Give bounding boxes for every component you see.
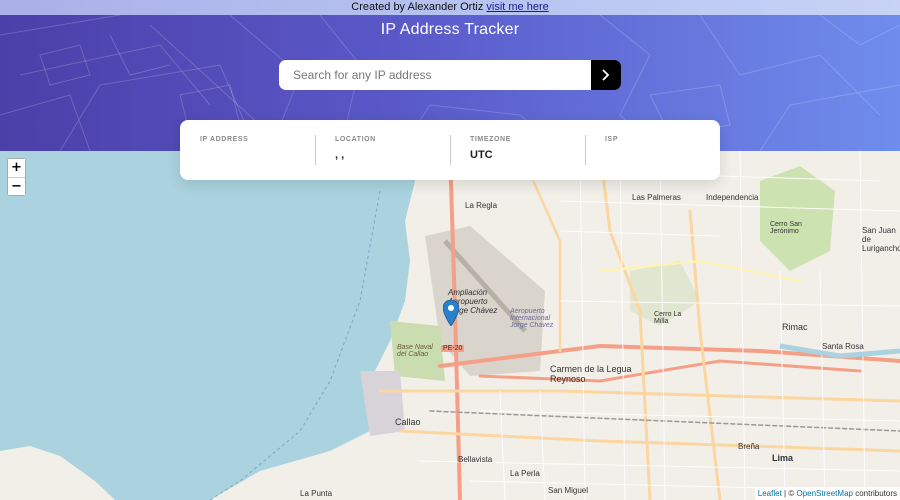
search-submit-button[interactable] — [591, 60, 621, 90]
map-label-cerro-san-jeronimo: Cerro San Jerónimo — [770, 221, 802, 235]
ip-address-label: IP ADDRESS — [200, 136, 249, 143]
chevron-right-icon — [602, 69, 610, 81]
map-label-santa-rosa: Santa Rosa — [822, 342, 864, 351]
map-attribution: Leaflet | © OpenStreetMap contributors — [754, 487, 900, 500]
osm-link[interactable]: OpenStreetMap — [796, 489, 852, 498]
map-label-lima: Lima — [772, 453, 794, 463]
map-label-carmen: Carmen de la Legua Reynoso — [550, 364, 632, 384]
timezone-label: TIMEZONE — [470, 136, 511, 143]
ip-info-card: IP ADDRESS LOCATION , , TIMEZONE UTC ISP — [180, 120, 720, 180]
zoom-control: + − — [7, 158, 26, 196]
map-label-callao: Callao — [395, 417, 421, 427]
location-cell: LOCATION , , — [315, 120, 450, 180]
isp-cell: ISP — [585, 120, 720, 180]
zoom-in-button[interactable]: + — [8, 159, 25, 177]
map-label-san-juan: San Juan de Lurigancho — [862, 226, 900, 253]
search-bar — [279, 60, 621, 90]
map-label-bellavista: Bellavista — [458, 455, 493, 464]
map-view[interactable]: La Regla Las Palmeras Independencia Cerr… — [0, 151, 900, 500]
ip-address-cell: IP ADDRESS — [180, 120, 315, 180]
map-label-pe20: PE-20 — [441, 345, 465, 352]
isp-label: ISP — [605, 136, 619, 143]
map-label-brena: Breña — [738, 442, 760, 451]
map-label-independencia: Independencia — [706, 193, 759, 202]
visit-me-link[interactable]: visit me here — [486, 1, 548, 13]
attribution-banner: Created by Alexander Ortiz visit me here — [0, 0, 900, 15]
location-marker-icon[interactable] — [443, 300, 459, 326]
map-label-la-regla: La Regla — [465, 201, 498, 210]
map-label-aeropuerto: Aeropuerto Internacional Jorge Chávez — [510, 308, 554, 329]
banner-text: Created by Alexander Ortiz — [351, 1, 484, 13]
location-label: LOCATION — [335, 136, 376, 143]
leaflet-link[interactable]: Leaflet — [758, 489, 782, 498]
map-label-las-palmeras: Las Palmeras — [632, 193, 681, 202]
attribution-suffix: contributors — [855, 489, 897, 498]
location-value: , , — [335, 149, 345, 161]
map-label-la-punta: La Punta — [300, 489, 333, 498]
ip-search-input[interactable] — [279, 60, 591, 90]
map-label-rimac: Rimac — [782, 322, 808, 332]
zoom-out-button[interactable]: − — [8, 177, 25, 195]
timezone-value: UTC — [470, 149, 493, 161]
timezone-cell: TIMEZONE UTC — [450, 120, 585, 180]
map-label-cerro-la-milla: Cerro La Milla — [654, 311, 682, 325]
map-label-la-perla: La Perla — [510, 469, 540, 478]
page-title: IP Address Tracker — [380, 21, 520, 38]
map-label-base-naval: Base Naval del Callao — [397, 344, 433, 358]
attribution-separator: | © — [784, 489, 795, 498]
map-label-san-miguel: San Miguel — [548, 486, 589, 495]
